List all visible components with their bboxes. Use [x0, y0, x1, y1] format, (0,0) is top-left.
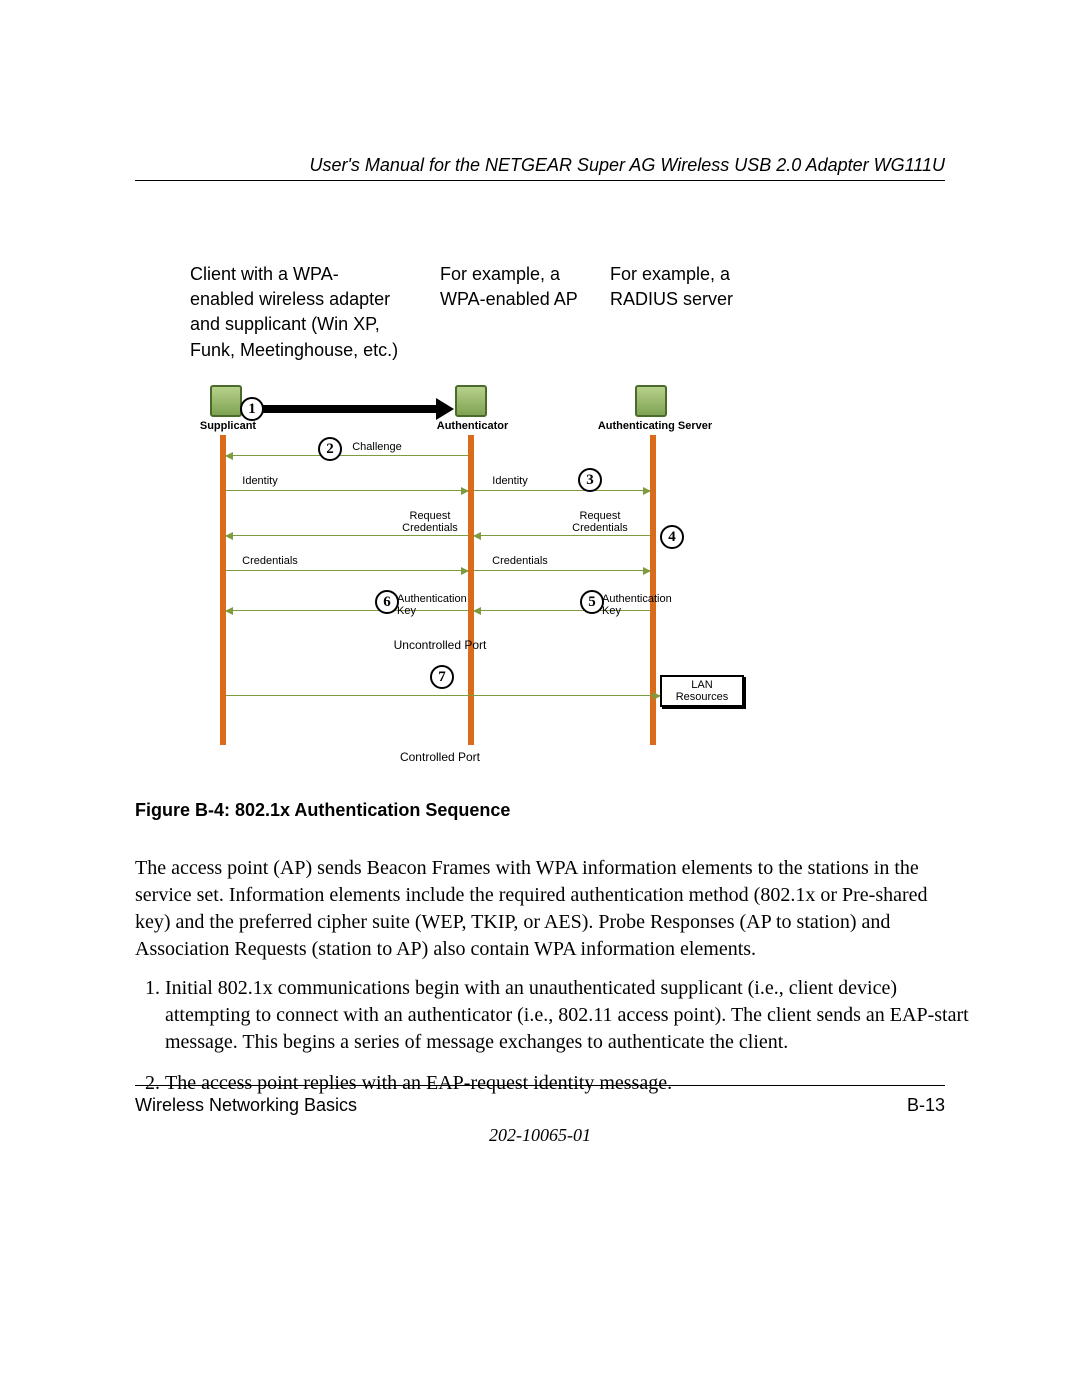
step-5: 5 [580, 590, 604, 614]
page: User's Manual for the NETGEAR Super AG W… [135, 0, 945, 1397]
step-item-1: Initial 802.1x communications begin with… [165, 975, 975, 1056]
label-challenge: Challenge [342, 441, 412, 453]
label-authkey-1: Authentication Key [602, 593, 692, 617]
header-rule [135, 180, 945, 181]
numbered-steps: Initial 802.1x communications begin with… [135, 975, 975, 1111]
label-identity-2: Identity [480, 475, 540, 487]
label-controlled-port: Controlled Port [380, 750, 500, 764]
step-4: 4 [660, 525, 684, 549]
body-paragraph: The access point (AP) sends Beacon Frame… [135, 855, 945, 963]
figure-caption: Figure B-4: 802.1x Authentication Sequen… [135, 800, 510, 821]
lan-resources-box: LAN Resources [660, 675, 744, 707]
authenticator-icon [455, 385, 487, 417]
footer-section: Wireless Networking Basics [135, 1095, 357, 1116]
step-2: 2 [318, 437, 342, 461]
server-icon [635, 385, 667, 417]
footer-page-number: B-13 [907, 1095, 945, 1116]
actor-label-authenticator: Authenticator [425, 420, 520, 432]
step-item-2: The access point replies with an EAP-req… [165, 1070, 975, 1097]
lifeline-supplicant [220, 435, 226, 745]
msg-challenge [226, 455, 468, 456]
step-3: 3 [578, 468, 602, 492]
actor-label-server: Authenticating Server [590, 420, 720, 432]
lifeline-authenticator [468, 435, 474, 745]
label-authenticator: For example, a WPA-enabled AP [440, 262, 610, 312]
msg-identity-1 [226, 490, 468, 491]
step-1: 1 [240, 397, 264, 421]
label-cred-1: Credentials [230, 555, 310, 567]
label-server: For example, a RADIUS server [610, 262, 780, 312]
label-cred-2: Credentials [480, 555, 560, 567]
msg-lan [226, 695, 660, 696]
running-header: User's Manual for the NETGEAR Super AG W… [309, 155, 945, 176]
step-7: 7 [430, 665, 454, 689]
footer-doc-number: 202-10065-01 [135, 1125, 945, 1146]
step1-arrow [260, 405, 440, 413]
label-reqcred-2: Request Credentials [560, 510, 640, 534]
label-reqcred-1: Request Credentials [390, 510, 470, 534]
msg-cred-1 [226, 570, 468, 571]
label-supplicant: Client with a WPA-enabled wireless adapt… [190, 262, 400, 363]
msg-reqcred-1 [226, 535, 468, 536]
label-identity-1: Identity [230, 475, 290, 487]
step-6: 6 [375, 590, 399, 614]
sequence-diagram: Supplicant Authenticator Authenticating … [190, 385, 750, 765]
msg-reqcred-2 [474, 535, 650, 536]
footer-rule [135, 1085, 945, 1086]
msg-identity-2 [474, 490, 650, 491]
msg-cred-2 [474, 570, 650, 571]
label-authkey-2: Authentication Key [397, 593, 487, 617]
actor-label-supplicant: Supplicant [188, 420, 268, 432]
supplicant-icon [210, 385, 242, 417]
label-uncontrolled-port: Uncontrolled Port [380, 638, 500, 652]
